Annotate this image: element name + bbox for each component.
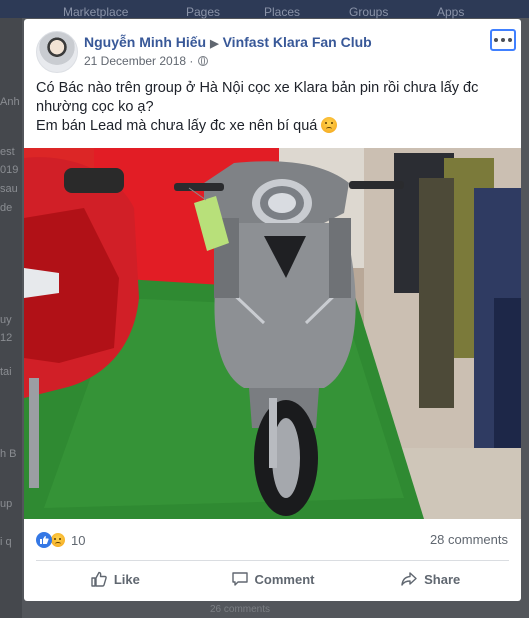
bg-nav-item: Places xyxy=(264,5,301,19)
post-timestamp[interactable]: 21 December 2018 · xyxy=(84,54,193,68)
dot xyxy=(508,38,512,42)
bg-fragment: est xyxy=(0,146,15,158)
reaction-count[interactable]: 10 xyxy=(71,533,85,548)
group-name-link[interactable]: Vinfast Klara Fan Club xyxy=(223,34,372,50)
dot xyxy=(494,38,498,42)
bg-fragment: 019 xyxy=(0,164,19,176)
post-meta: 21 December 2018 · xyxy=(84,54,209,68)
scooter-photo-illustration xyxy=(24,148,521,519)
comment-button[interactable]: Comment xyxy=(194,564,352,594)
post-action-bar: Like Comment Share xyxy=(36,564,509,594)
comments-count-link[interactable]: 28 comments xyxy=(430,532,508,547)
post-message: Có Bác nào trên group ở Hà Nội cọc xe Kl… xyxy=(36,79,511,136)
background-left-column: Anh est 019 sau de uy 12 tai h B up i q xyxy=(0,18,22,618)
bg-fragment: i q xyxy=(0,536,12,548)
bg-fragment: 26 comments xyxy=(210,604,271,615)
dot xyxy=(501,38,505,42)
confounded-face-icon xyxy=(321,117,338,133)
triangle-right-icon: ▶ xyxy=(210,38,219,50)
bg-fragment: Anh xyxy=(0,96,20,108)
like-label: Like xyxy=(113,571,140,587)
like-button[interactable]: Like xyxy=(36,564,194,594)
share-arrow-icon xyxy=(401,572,417,586)
author-name-link[interactable]: Nguyễn Minh Hiếu xyxy=(84,34,206,50)
bg-nav-item: Pages xyxy=(186,5,221,19)
bg-nav-item: Groups xyxy=(349,5,389,19)
post-card: Nguyễn Minh Hiếu ▶ Vinfast Klara Fan Club … xyxy=(24,19,521,601)
post-text-line: Có Bác nào trên group ở Hà Nội cọc xe Kl… xyxy=(36,80,479,115)
background-top-nav: Marketplace Pages Places Groups Apps xyxy=(0,0,529,19)
post-header: Nguyễn Minh Hiếu ▶ Vinfast Klara Fan Club xyxy=(84,34,372,50)
post-photo[interactable] xyxy=(24,148,521,519)
bg-fragment: up xyxy=(0,498,13,510)
more-options-button[interactable] xyxy=(490,29,516,51)
comment-bubble-icon xyxy=(231,572,248,586)
sad-reaction-icon xyxy=(50,532,66,548)
author-avatar[interactable] xyxy=(36,31,78,73)
globe-icon[interactable] xyxy=(198,56,209,66)
share-button[interactable]: Share xyxy=(351,564,509,594)
bg-fragment: de xyxy=(0,202,13,214)
thumbs-up-icon xyxy=(91,571,107,587)
divider xyxy=(36,560,509,561)
bg-fragment: h B xyxy=(0,448,17,460)
bg-fragment: 12 xyxy=(0,332,13,344)
bg-fragment: sau xyxy=(0,183,18,195)
bg-nav-item: Marketplace xyxy=(63,5,129,19)
reaction-summary[interactable]: 10 xyxy=(36,531,85,549)
share-label: Share xyxy=(424,571,461,587)
post-text-line: Em bán Lead mà chưa lấy đc xe nên bí quá xyxy=(36,118,318,134)
comment-label: Comment xyxy=(254,571,315,587)
bg-fragment: tai xyxy=(0,366,12,378)
bg-nav-item: Apps xyxy=(437,5,465,19)
bg-fragment: uy xyxy=(0,314,12,326)
like-reaction-icon xyxy=(36,532,52,548)
